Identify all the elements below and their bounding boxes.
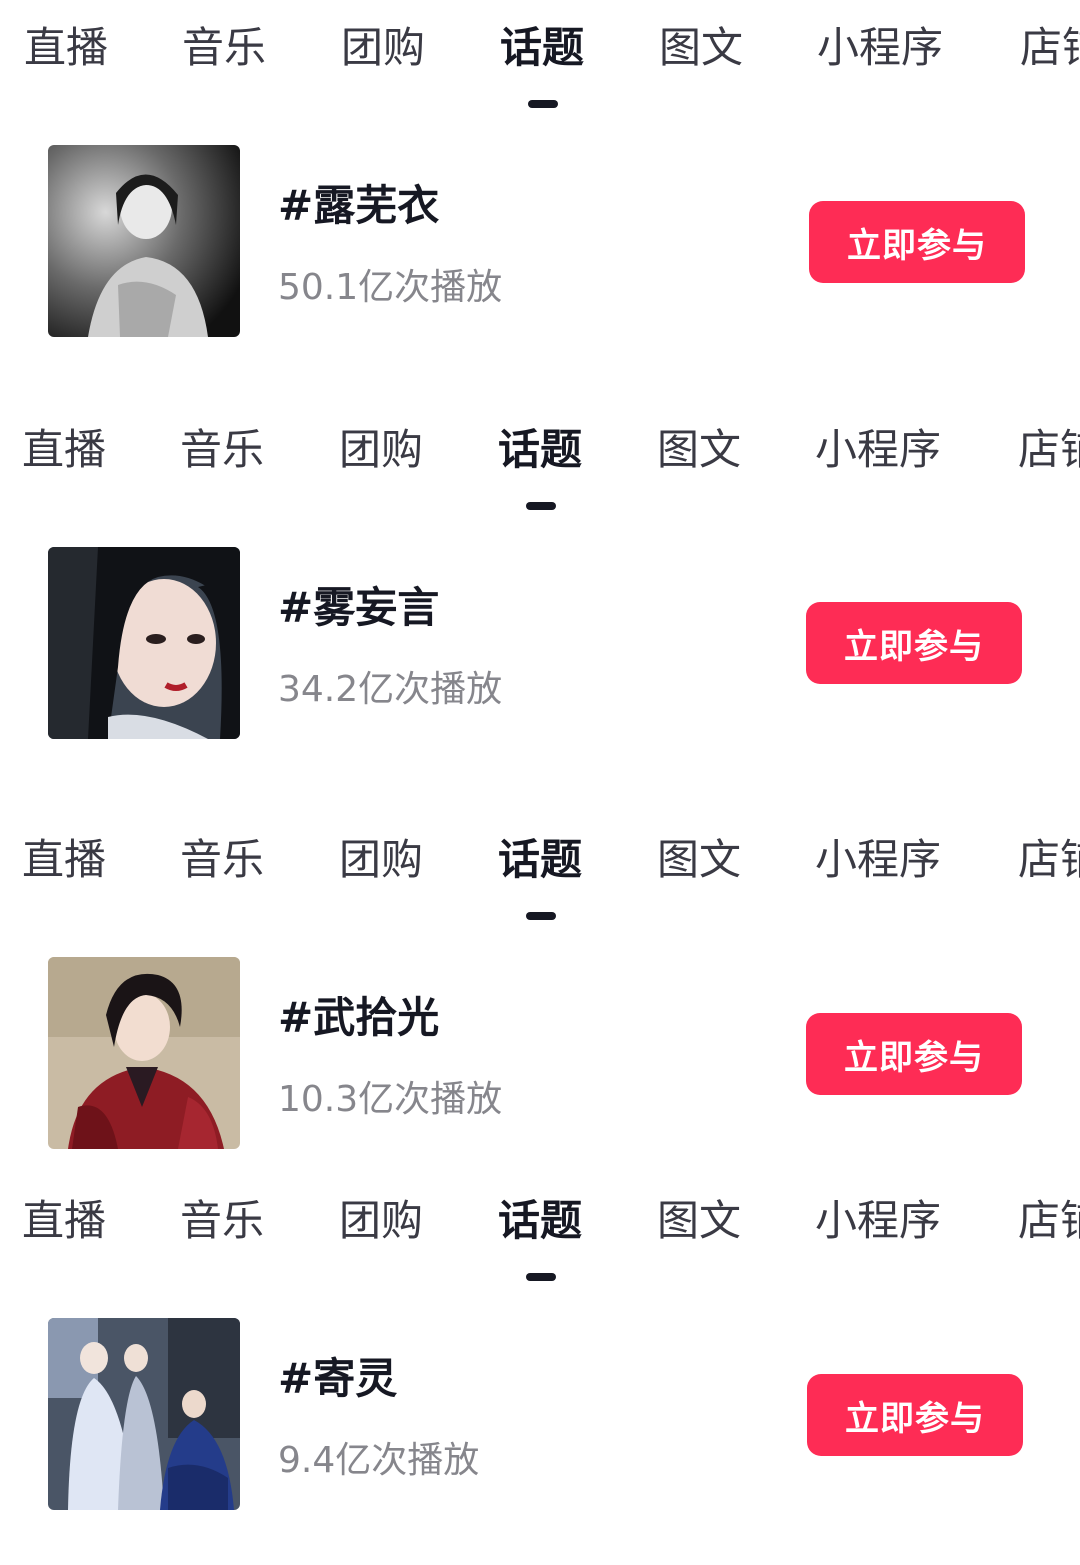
tab-group-buy[interactable]: 团购 xyxy=(339,1193,423,1249)
active-tab-indicator xyxy=(526,1273,556,1281)
tab-mini-programs[interactable]: 小程序 xyxy=(815,832,941,888)
topic-title[interactable]: #露芜衣 xyxy=(278,172,439,233)
category-tab-bar: 直播 音乐 团购 话题 图文 小程序 店铺 xyxy=(0,402,1080,510)
tab-stores[interactable]: 店铺 xyxy=(1018,832,1080,888)
join-button[interactable]: 立即参与 xyxy=(809,201,1025,283)
topic-section: 直播 音乐 团购 话题 图文 小程序 店铺 #武拾光 10.3亿次播放 立即参与 xyxy=(0,812,1080,1172)
topic-section: 直播 音乐 团购 话题 图文 小程序 店铺 #露芜衣 50.1亿次播放 立即参与 xyxy=(0,0,1080,400)
tab-music[interactable]: 音乐 xyxy=(180,832,264,888)
tab-topics[interactable]: 话题 xyxy=(498,832,582,888)
portrait-image xyxy=(48,547,240,739)
tab-image-text[interactable]: 图文 xyxy=(659,20,743,76)
tab-music[interactable]: 音乐 xyxy=(180,1193,264,1249)
tab-music[interactable]: 音乐 xyxy=(180,422,264,478)
topic-title[interactable]: #武拾光 xyxy=(278,984,439,1045)
tab-topics[interactable]: 话题 xyxy=(500,20,584,76)
topic-title[interactable]: #寄灵 xyxy=(278,1345,397,1406)
topic-thumbnail[interactable] xyxy=(48,1318,240,1510)
tab-image-text[interactable]: 图文 xyxy=(657,1193,741,1249)
tab-live[interactable]: 直播 xyxy=(22,422,106,478)
join-button[interactable]: 立即参与 xyxy=(807,1374,1023,1456)
scene-image xyxy=(48,1318,240,1510)
tab-live[interactable]: 直播 xyxy=(24,20,108,76)
tab-stores[interactable]: 店铺 xyxy=(1018,1193,1080,1249)
tab-live[interactable]: 直播 xyxy=(22,832,106,888)
portrait-image xyxy=(48,957,240,1149)
tab-live[interactable]: 直播 xyxy=(22,1193,106,1249)
play-count: 50.1亿次播放 xyxy=(278,267,503,308)
tab-topics[interactable]: 话题 xyxy=(498,1193,582,1249)
tab-mini-programs[interactable]: 小程序 xyxy=(815,1193,941,1249)
tab-stores[interactable]: 店铺 xyxy=(1018,422,1080,478)
active-tab-indicator xyxy=(528,100,558,108)
topic-title[interactable]: #雾妄言 xyxy=(278,574,439,635)
tab-music[interactable]: 音乐 xyxy=(182,20,266,76)
tab-image-text[interactable]: 图文 xyxy=(657,832,741,888)
topic-section: 直播 音乐 团购 话题 图文 小程序 店铺 #雾妄言 34.2亿次播放 立即参与 xyxy=(0,402,1080,802)
topic-thumbnail[interactable] xyxy=(48,957,240,1149)
join-button[interactable]: 立即参与 xyxy=(806,1013,1022,1095)
portrait-image xyxy=(48,145,240,337)
category-tab-bar: 直播 音乐 团购 话题 图文 小程序 店铺 xyxy=(0,812,1080,920)
join-button[interactable]: 立即参与 xyxy=(806,602,1022,684)
tab-group-buy[interactable]: 团购 xyxy=(339,422,423,478)
tab-topics[interactable]: 话题 xyxy=(498,422,582,478)
category-tab-bar: 直播 音乐 团购 话题 图文 小程序 店铺 xyxy=(0,0,1080,108)
tab-mini-programs[interactable]: 小程序 xyxy=(815,422,941,478)
active-tab-indicator xyxy=(526,912,556,920)
active-tab-indicator xyxy=(526,502,556,510)
tab-image-text[interactable]: 图文 xyxy=(657,422,741,478)
tab-stores[interactable]: 店铺 xyxy=(1020,20,1080,76)
topic-section: 直播 音乐 团购 话题 图文 小程序 店铺 #寄灵 9.4亿次播放 立即参与 xyxy=(0,1173,1080,1565)
topic-thumbnail[interactable] xyxy=(48,547,240,739)
play-count: 10.3亿次播放 xyxy=(278,1079,503,1120)
category-tab-bar: 直播 音乐 团购 话题 图文 小程序 店铺 xyxy=(0,1173,1080,1281)
tab-group-buy[interactable]: 团购 xyxy=(339,832,423,888)
tab-group-buy[interactable]: 团购 xyxy=(341,20,425,76)
play-count: 34.2亿次播放 xyxy=(278,669,503,710)
topic-thumbnail[interactable] xyxy=(48,145,240,337)
play-count: 9.4亿次播放 xyxy=(278,1440,480,1481)
tab-mini-programs[interactable]: 小程序 xyxy=(817,20,943,76)
